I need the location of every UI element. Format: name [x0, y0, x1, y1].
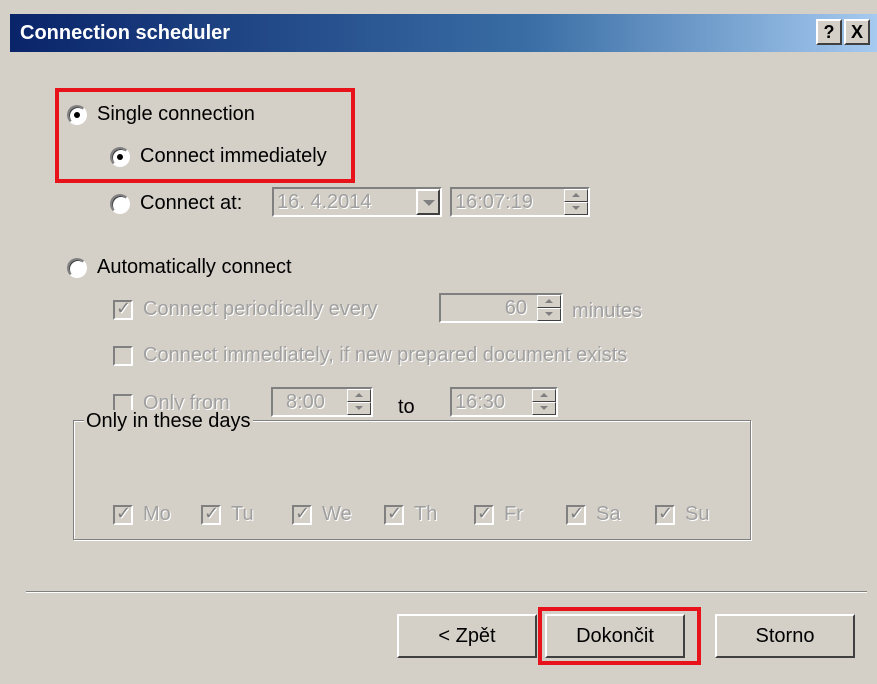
- connect-at-radio[interactable]: Connect at:: [110, 192, 242, 215]
- day-label: Sa: [596, 503, 621, 525]
- footer-separator: [26, 591, 867, 593]
- radio-empty-icon: [67, 257, 87, 278]
- time-value: 16:07:19: [455, 191, 533, 213]
- cancel-button[interactable]: Storno: [715, 614, 855, 658]
- day-checkbox-su[interactable]: Su: [655, 503, 709, 526]
- day-checkbox-th[interactable]: Th: [384, 503, 437, 526]
- day-label: Fr: [504, 503, 523, 525]
- connect-at-label: Connect at:: [140, 192, 243, 214]
- back-button[interactable]: < Zpět: [397, 614, 537, 658]
- chevron-down-icon[interactable]: [416, 189, 440, 215]
- to-time-spinner[interactable]: 16:30: [450, 387, 558, 417]
- help-button[interactable]: ?: [816, 19, 842, 45]
- radio-empty-icon: [110, 193, 130, 214]
- automatically-connect-radio[interactable]: Automatically connect: [67, 256, 292, 279]
- automatically-connect-label: Automatically connect: [97, 256, 292, 278]
- radio-dot-icon: [67, 104, 87, 125]
- period-value: 60: [504, 297, 527, 319]
- check-icon: [113, 298, 133, 320]
- from-time-spinner[interactable]: 8:00: [271, 387, 373, 417]
- checkbox-empty-icon: [113, 345, 133, 366]
- connect-new-document-checkbox[interactable]: Connect immediately, if new prepared doc…: [113, 344, 627, 367]
- connect-immediately-label: Connect immediately: [140, 145, 327, 167]
- day-checkbox-fr[interactable]: Fr: [474, 503, 523, 526]
- connect-new-document-label: Connect immediately, if new prepared doc…: [143, 344, 628, 366]
- connect-periodically-label: Connect periodically every: [143, 298, 378, 320]
- day-checkbox-we[interactable]: We: [292, 503, 352, 526]
- from-time-value: 8:00: [286, 391, 325, 413]
- spinner-arrows-icon[interactable]: [564, 189, 588, 215]
- to-time-value: 16:30: [455, 391, 506, 413]
- check-icon: [201, 503, 221, 525]
- day-checkbox-mo[interactable]: Mo: [113, 503, 171, 526]
- date-value: 16. 4.2014: [277, 191, 372, 213]
- close-button[interactable]: X: [844, 19, 870, 45]
- check-icon: [384, 503, 404, 525]
- check-icon: [113, 503, 133, 525]
- day-label: Th: [414, 503, 438, 525]
- connect-immediately-radio[interactable]: Connect immediately: [110, 145, 327, 168]
- connect-date-picker[interactable]: 16. 4.2014: [272, 187, 442, 217]
- spinner-arrows-icon[interactable]: [537, 295, 561, 321]
- connect-time-spinner[interactable]: 16:07:19: [450, 187, 590, 217]
- connection-scheduler-dialog: Connection scheduler ? X Single connecti…: [0, 0, 877, 684]
- title-bar: Connection scheduler ? X: [10, 14, 877, 52]
- finish-button[interactable]: Dokončit: [545, 614, 685, 658]
- period-minutes-spinner[interactable]: 60: [439, 293, 563, 323]
- check-icon: [655, 503, 675, 525]
- day-label: Tu: [231, 503, 254, 525]
- check-icon: [292, 503, 312, 525]
- connect-periodically-checkbox[interactable]: Connect periodically every: [113, 298, 378, 321]
- minutes-unit-label: minutes: [572, 300, 643, 322]
- radio-dot-icon: [110, 146, 130, 167]
- check-icon: [566, 503, 586, 525]
- check-icon: [474, 503, 494, 525]
- spinner-arrows-icon[interactable]: [532, 389, 556, 415]
- days-groupbox-legend: Only in these days: [84, 410, 253, 433]
- day-label: Su: [685, 503, 710, 525]
- to-label: to: [398, 396, 415, 418]
- window-title: Connection scheduler: [20, 22, 231, 44]
- day-label: We: [322, 503, 352, 525]
- day-checkbox-tu[interactable]: Tu: [201, 503, 254, 526]
- single-connection-label: Single connection: [97, 103, 255, 125]
- day-checkbox-sa[interactable]: Sa: [566, 503, 620, 526]
- spinner-arrows-icon[interactable]: [347, 389, 371, 415]
- day-label: Mo: [143, 503, 171, 525]
- single-connection-radio[interactable]: Single connection: [67, 103, 255, 126]
